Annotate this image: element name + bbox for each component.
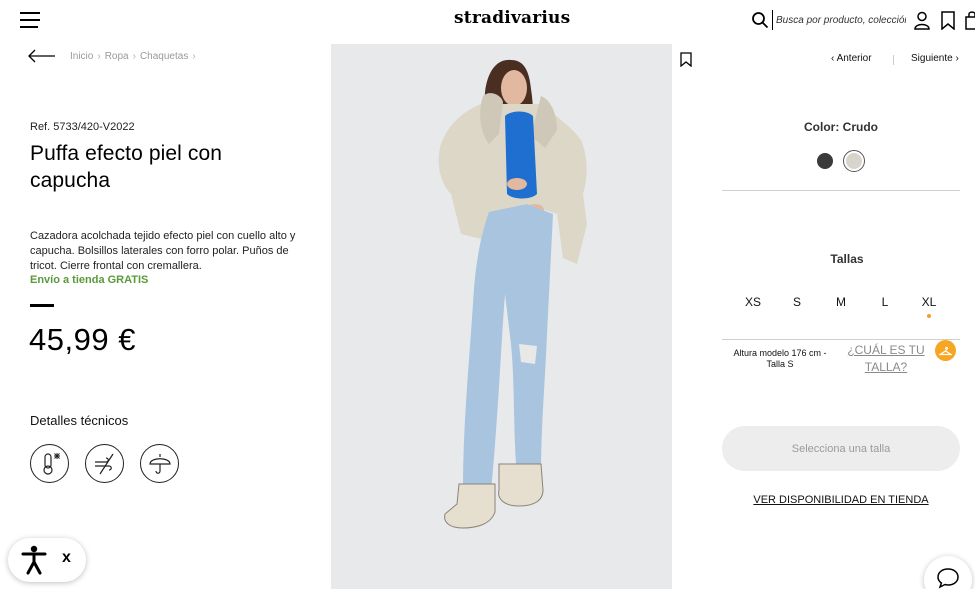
umbrella-icon[interactable] xyxy=(140,444,179,483)
user-icon[interactable] xyxy=(913,11,931,30)
technical-details-icons xyxy=(30,444,179,483)
wind-resistant-icon[interactable] xyxy=(85,444,124,483)
size-option-xs[interactable]: XS xyxy=(731,295,775,309)
brand-logo[interactable]: stradivarius xyxy=(454,8,570,28)
section-divider xyxy=(722,190,960,191)
size-option-l[interactable]: L xyxy=(863,295,907,309)
chat-bubble-icon xyxy=(937,568,959,589)
product-price: 45,99 € xyxy=(29,322,136,357)
wishlist-header-icon[interactable] xyxy=(940,11,956,30)
product-description: Cazadora acolchada tejido efecto piel co… xyxy=(30,230,296,272)
size-option-s[interactable]: S xyxy=(775,295,819,309)
breadcrumb-separator: › xyxy=(132,51,136,62)
next-label: Siguiente xyxy=(911,53,953,64)
shipping-info: Envío a tienda GRATIS xyxy=(30,274,149,286)
search-input[interactable] xyxy=(772,10,906,30)
cart-icon[interactable] xyxy=(965,11,975,30)
store-availability-link[interactable]: VER DISPONIBILIDAD EN TIENDA xyxy=(722,494,960,506)
menu-icon[interactable] xyxy=(20,12,40,30)
color-swatch-crudo-selected[interactable] xyxy=(843,150,865,172)
next-product-link[interactable]: Siguiente › xyxy=(911,53,959,64)
color-swatch-dark[interactable] xyxy=(817,153,833,169)
header: stradivarius xyxy=(0,0,975,44)
size-guide-link[interactable]: ¿CUÁL ES TU TALLA? xyxy=(846,342,926,376)
thermometer-cold-icon[interactable] xyxy=(30,444,69,483)
section-divider xyxy=(722,339,960,340)
model-size-info: Altura modelo 176 cm - Talla S xyxy=(733,348,827,369)
product-title: Puffa efecto piel con capucha xyxy=(30,142,223,192)
size-option-xl-label: XL xyxy=(921,295,937,309)
breadcrumb-chaquetas[interactable]: Chaquetas xyxy=(140,51,188,62)
product-image[interactable] xyxy=(331,44,672,589)
previous-product-link[interactable]: ‹ Anterior xyxy=(831,53,872,64)
bookmark-icon[interactable] xyxy=(680,52,692,67)
back-arrow-icon[interactable] xyxy=(28,49,56,63)
breadcrumb-separator: › xyxy=(97,51,101,62)
search-icon[interactable] xyxy=(751,11,769,29)
color-label: Color: Crudo xyxy=(804,120,878,134)
swatch-fill xyxy=(846,153,862,169)
breadcrumb: Inicio › Ropa › Chaquetas › xyxy=(70,51,196,62)
breadcrumb-separator: › xyxy=(192,51,196,62)
low-stock-dot xyxy=(927,314,931,318)
hanger-icon[interactable] xyxy=(935,340,956,361)
model-illustration xyxy=(331,44,672,589)
accessibility-icon[interactable] xyxy=(20,545,48,575)
color-swatches xyxy=(817,150,865,172)
select-size-button[interactable]: Selecciona una talla xyxy=(722,426,960,471)
sizes-label: Tallas xyxy=(830,252,864,266)
size-option-xl[interactable]: XL xyxy=(907,295,951,318)
nav-divider xyxy=(893,55,894,65)
breadcrumb-inicio[interactable]: Inicio xyxy=(70,51,93,62)
product-reference: Ref. 5733/420-V2022 xyxy=(30,121,135,133)
technical-details-heading: Detalles técnicos xyxy=(30,413,129,428)
chat-button[interactable] xyxy=(924,556,972,589)
size-option-m[interactable]: M xyxy=(819,295,863,309)
close-icon[interactable]: x xyxy=(62,549,71,567)
breadcrumb-ropa[interactable]: Ropa xyxy=(105,51,129,62)
size-selector: XS S M L XL xyxy=(731,295,951,318)
accessibility-widget: x xyxy=(8,538,86,582)
price-divider xyxy=(30,304,54,307)
previous-label: Anterior xyxy=(836,53,872,64)
